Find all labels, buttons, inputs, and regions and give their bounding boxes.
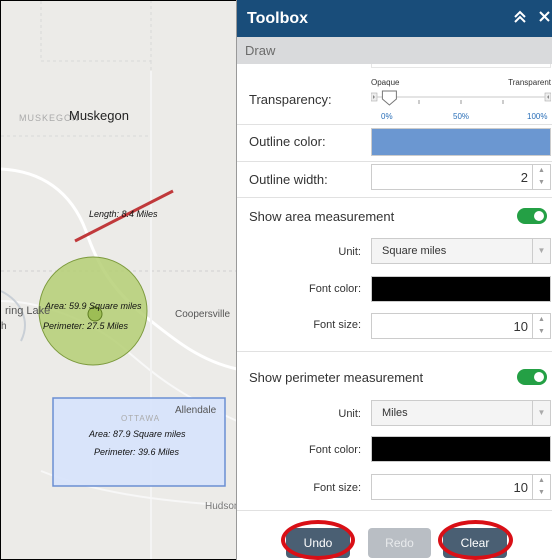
slider-track[interactable] [371,88,551,114]
outline-width-input[interactable]: 2 ▲ ▼ [371,164,551,190]
slider-opaque-label: Opaque [371,78,400,87]
outline-color-picker[interactable] [371,128,551,156]
divider [237,161,552,162]
area-font-size-spinner[interactable]: ▲ ▼ [532,314,550,338]
area-measurement-toggle[interactable] [517,208,547,224]
city-label-allendale: Allendale [175,405,217,416]
undo-highlight-ring [281,520,355,560]
perimeter-font-size-input[interactable]: 10 ▲ ▼ [371,474,551,500]
divider [237,510,552,511]
rect-perimeter-label: Perimeter: 39.6 Miles [94,447,180,457]
perimeter-font-color-label: Font color: [309,444,361,456]
perimeter-unit-select[interactable]: Miles ▼ [371,400,551,426]
close-icon[interactable] [538,9,550,26]
area-unit-select[interactable]: Square miles ▼ [371,238,551,264]
slider-tick-50: 50% [453,112,470,121]
county-label-ottawa: OTTAWA [121,414,161,423]
divider [237,351,552,352]
spin-up-icon[interactable]: ▲ [533,165,550,177]
divider [237,197,552,198]
transparency-label: Transparency: [249,92,332,107]
circle-perimeter-label: Perimeter: 27.5 Miles [43,321,129,331]
redo-button[interactable]: Redo [368,528,431,558]
city-label-partial: h [1,321,7,332]
area-unit-value: Square miles [382,245,447,257]
outline-width-spinner[interactable]: ▲ ▼ [532,165,550,189]
clear-highlight-ring [438,520,513,560]
rect-area-label: Area: 87.9 Square miles [89,429,186,439]
perimeter-unit-label: Unit: [338,408,361,420]
area-unit-label: Unit: [338,246,361,258]
slider-tick-0: 0% [381,112,393,121]
area-font-size-value: 10 [513,319,528,334]
slider-tick-100: 100% [527,112,548,121]
divider [237,124,552,125]
perimeter-unit-value: Miles [382,407,408,419]
spin-up-icon[interactable]: ▲ [533,314,550,326]
circle-area-label: Area: 59.9 Square miles [45,301,142,311]
draw-section-header[interactable]: Draw [237,37,552,64]
area-font-size-input[interactable]: 10 ▲ ▼ [371,313,551,339]
chevron-down-icon[interactable]: ▼ [532,401,550,425]
chevron-down-icon[interactable]: ▼ [532,239,550,263]
transparency-slider[interactable]: Opaque Transparent 0% 50% 100% [371,78,551,126]
spin-down-icon[interactable]: ▼ [533,177,550,189]
area-font-size-label: Font size: [313,319,361,331]
draw-settings: Transparency: Opaque Transparent 0% 50% … [237,64,552,560]
perimeter-font-size-label: Font size: [313,482,361,494]
slider-transparent-label: Transparent [508,78,551,87]
previous-control-edge [371,64,551,68]
perimeter-font-size-spinner[interactable]: ▲ ▼ [532,475,550,499]
spin-up-icon[interactable]: ▲ [533,475,550,487]
outline-width-value: 2 [520,170,528,185]
city-label-spring-lake: ring Lake [5,305,51,317]
toolbox-header: Toolbox [237,0,552,37]
show-area-label: Show area measurement [249,209,395,224]
double-chevron-up-icon[interactable] [513,9,527,26]
slider-thumb[interactable] [381,90,397,106]
toolbox-title: Toolbox [247,9,309,27]
outline-color-label: Outline color: [249,134,326,149]
line-length-label: Length: 8.4 Miles [89,209,158,219]
area-font-color-picker[interactable] [371,276,551,302]
show-perimeter-label: Show perimeter measurement [249,370,424,385]
perimeter-font-size-value: 10 [513,480,528,495]
perimeter-measurement-toggle[interactable] [517,369,547,385]
spin-down-icon[interactable]: ▼ [533,326,550,338]
spin-down-icon[interactable]: ▼ [533,487,550,499]
area-font-color-label: Font color: [309,283,361,295]
toolbox-panel: Toolbox Draw Transparency: Opaque Transp… [236,0,552,560]
perimeter-font-color-picker[interactable] [371,436,551,462]
city-label-muskegon: Muskegon [69,108,129,123]
outline-width-label: Outline width: [249,172,328,187]
city-label-coopersville: Coopersville [175,309,231,320]
